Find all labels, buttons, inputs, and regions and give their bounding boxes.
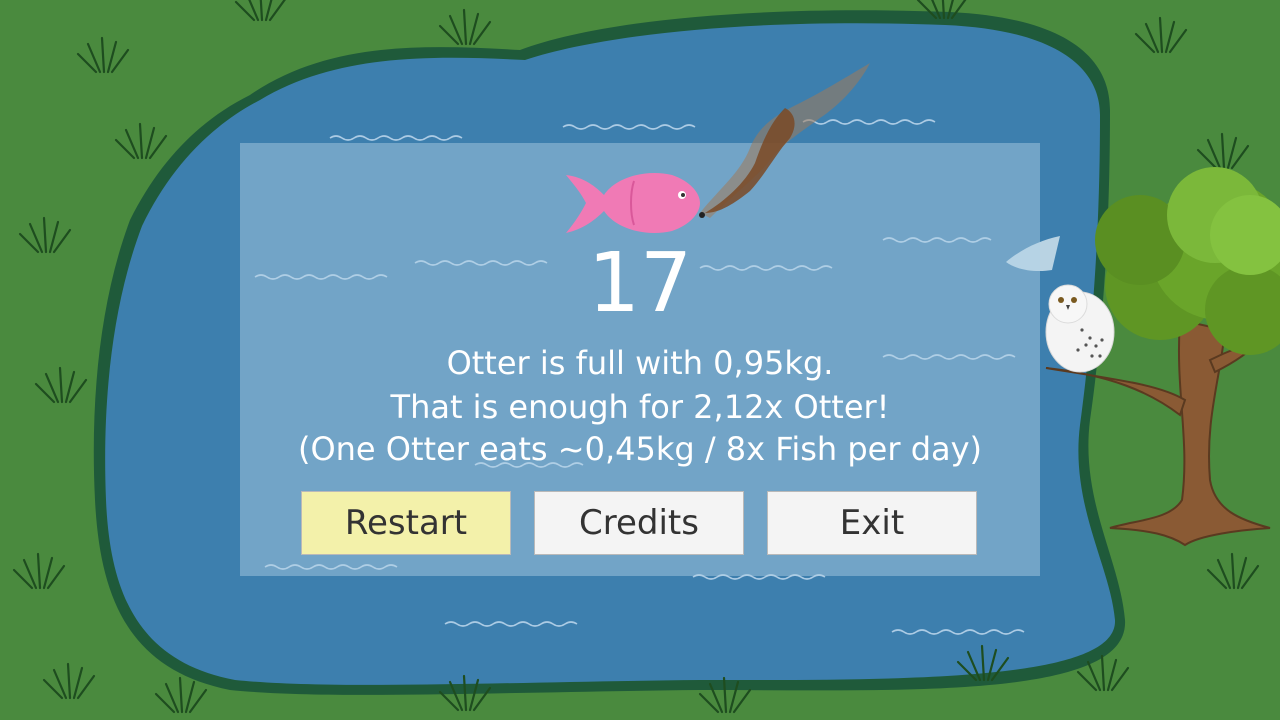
exit-button[interactable]: Exit	[767, 491, 977, 555]
restart-button[interactable]: Restart	[301, 491, 511, 555]
score-value: 17	[587, 236, 693, 331]
results-panel: 17 Otter is full with 0,95kg. That is en…	[240, 63, 1040, 576]
result-message-info: (One Otter eats ~0,45kg / 8x Fish per da…	[297, 430, 983, 468]
fish-icon	[566, 173, 700, 233]
otter-icon	[699, 63, 870, 218]
result-message-capacity: That is enough for 2,12x Otter!	[390, 388, 890, 426]
result-message-weight: Otter is full with 0,95kg.	[446, 344, 834, 382]
credits-button[interactable]: Credits	[534, 491, 744, 555]
game-screen: 17 Otter is full with 0,95kg. That is en…	[0, 0, 1280, 720]
